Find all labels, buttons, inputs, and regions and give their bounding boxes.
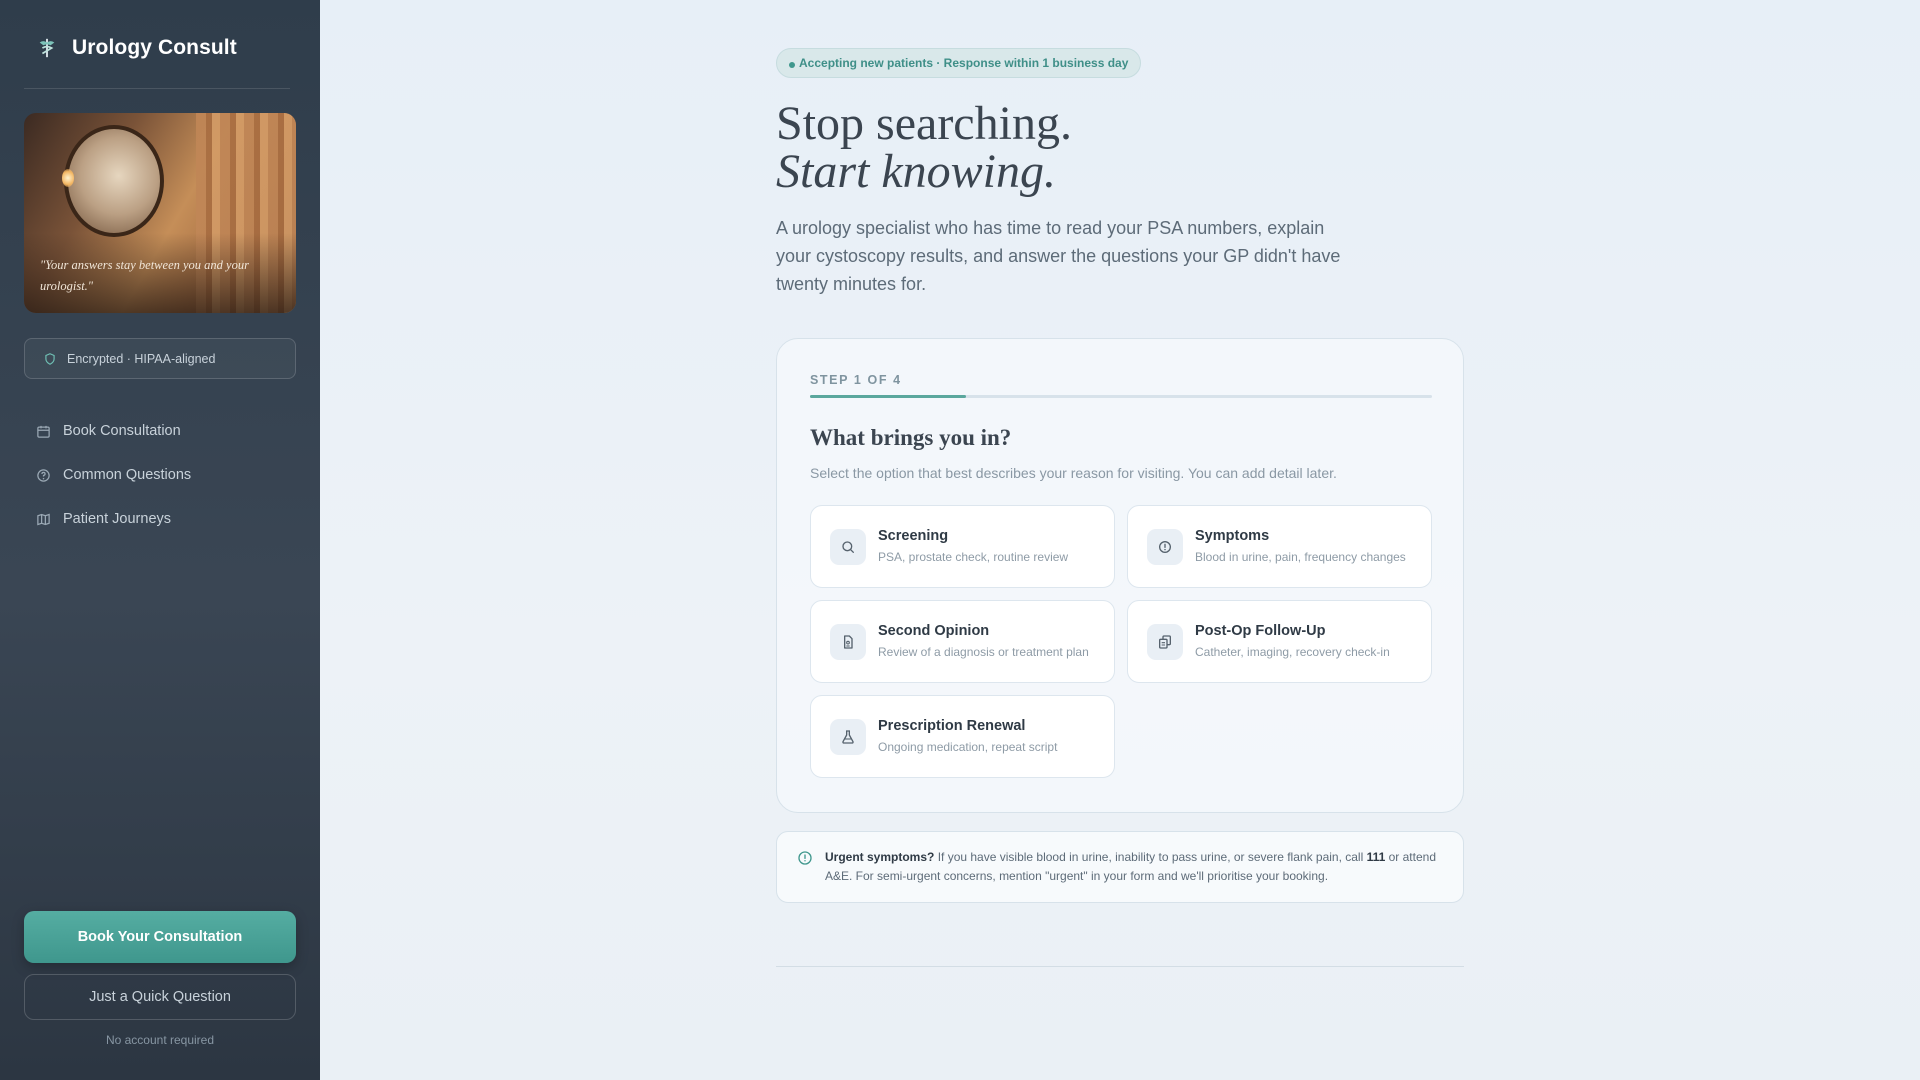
- urgent-notice-lead: Urgent symptoms?: [825, 850, 935, 864]
- option-icon-box: [1147, 529, 1183, 565]
- clipboard-icon: [1159, 635, 1171, 649]
- photo-mirror: [64, 125, 164, 237]
- option-description: Review of a diagnosis or treatment plan: [878, 645, 1089, 659]
- question-subtitle: Select the option that best describes yo…: [810, 465, 1337, 481]
- step-label: STEP 1 OF 4: [810, 373, 902, 387]
- option-title: Screening: [878, 528, 949, 544]
- quick-question-button[interactable]: Just a Quick Question: [24, 974, 296, 1020]
- intake-step-card: STEP 1 OF 4 What brings you in? Select t…: [776, 338, 1464, 813]
- option-description: Ongoing medication, repeat script: [878, 740, 1058, 754]
- nav-item-patient-journeys[interactable]: Patient Journeys: [36, 497, 191, 541]
- option-prescription-renewal[interactable]: Prescription Renewal Ongoing medication,…: [810, 695, 1115, 778]
- photo-lamp: [62, 169, 74, 187]
- help-circle-icon: [37, 468, 50, 482]
- step-progress-bar: [810, 395, 1432, 398]
- option-icon-box: [1147, 624, 1183, 660]
- document-icon: [844, 635, 853, 649]
- option-title: Symptoms: [1195, 528, 1270, 544]
- option-description: Blood in urine, pain, frequency changes: [1195, 550, 1406, 564]
- book-consultation-button[interactable]: Book Your Consultation: [24, 911, 296, 963]
- option-title: Prescription Renewal: [878, 718, 1026, 734]
- calendar-icon: [37, 425, 50, 438]
- divider: [776, 966, 1464, 967]
- flask-icon: [842, 730, 854, 744]
- clinic-photo: "Your answers stay between you and your …: [24, 113, 296, 313]
- lead-paragraph: A urology specialist who has time to rea…: [776, 218, 1341, 294]
- option-post-op-follow-up[interactable]: Post-Op Follow-Up Catheter, imaging, rec…: [1127, 600, 1432, 683]
- option-icon-box: [830, 529, 866, 565]
- info-circle-icon: [798, 851, 812, 865]
- nav-label: Common Questions: [63, 467, 192, 483]
- shield-icon: [45, 352, 55, 365]
- headline-line-2: Start knowing.: [776, 145, 1057, 198]
- no-account-note: No account required: [105, 1033, 215, 1047]
- urgent-symptoms-notice: Urgent symptoms? If you have visible blo…: [776, 831, 1464, 903]
- nav-label: Patient Journeys: [63, 511, 172, 527]
- divider: [24, 88, 290, 89]
- security-badge: Encrypted · HIPAA-aligned: [24, 338, 296, 379]
- nav-item-common-questions[interactable]: Common Questions: [36, 453, 191, 497]
- map-icon: [37, 513, 50, 525]
- status-dot: [789, 62, 795, 68]
- brand-name: Urology Consult: [72, 36, 237, 59]
- emergency-number: 111: [1366, 850, 1386, 864]
- option-title: Second Opinion: [878, 623, 990, 639]
- photo-quote: "Your answers stay between you and your …: [40, 258, 249, 293]
- option-icon-box: [830, 719, 866, 755]
- page-headline: Stop searching. Start knowing.: [776, 100, 1072, 196]
- urgent-notice-text: Urgent symptoms? If you have visible blo…: [825, 848, 1445, 886]
- step-progress-fill: [810, 395, 966, 398]
- sidebar: Urology Consult "Your answers stay betwe…: [0, 0, 320, 1080]
- question-title: What brings you in?: [810, 425, 1012, 450]
- headline-line-1: Stop searching.: [776, 97, 1072, 150]
- option-second-opinion[interactable]: Second Opinion Review of a diagnosis or …: [810, 600, 1115, 683]
- option-icon-box: [830, 624, 866, 660]
- option-symptoms[interactable]: Symptoms Blood in urine, pain, frequency…: [1127, 505, 1432, 588]
- option-description: PSA, prostate check, routine review: [878, 550, 1069, 564]
- sidebar-nav: Book Consultation Common Questions Patie…: [36, 409, 191, 541]
- caduceus-logo-icon: [39, 38, 55, 58]
- status-pill: Accepting new patients · Response within…: [776, 48, 1142, 78]
- option-title: Post-Op Follow-Up: [1195, 623, 1326, 639]
- alert-circle-icon: [1159, 541, 1171, 553]
- brand[interactable]: Urology Consult: [36, 36, 237, 60]
- urgent-notice-body-1: If you have visible blood in urine, inab…: [934, 850, 1367, 864]
- nav-label: Book Consultation: [63, 423, 181, 439]
- security-label: Encrypted · HIPAA-aligned: [67, 351, 216, 366]
- option-screening[interactable]: Screening PSA, prostate check, routine r…: [810, 505, 1115, 588]
- nav-item-book-consultation[interactable]: Book Consultation: [36, 409, 191, 453]
- status-text: Accepting new patients · Response within…: [799, 56, 1129, 70]
- search-icon: [842, 541, 854, 553]
- option-description: Catheter, imaging, recovery check-in: [1195, 645, 1390, 659]
